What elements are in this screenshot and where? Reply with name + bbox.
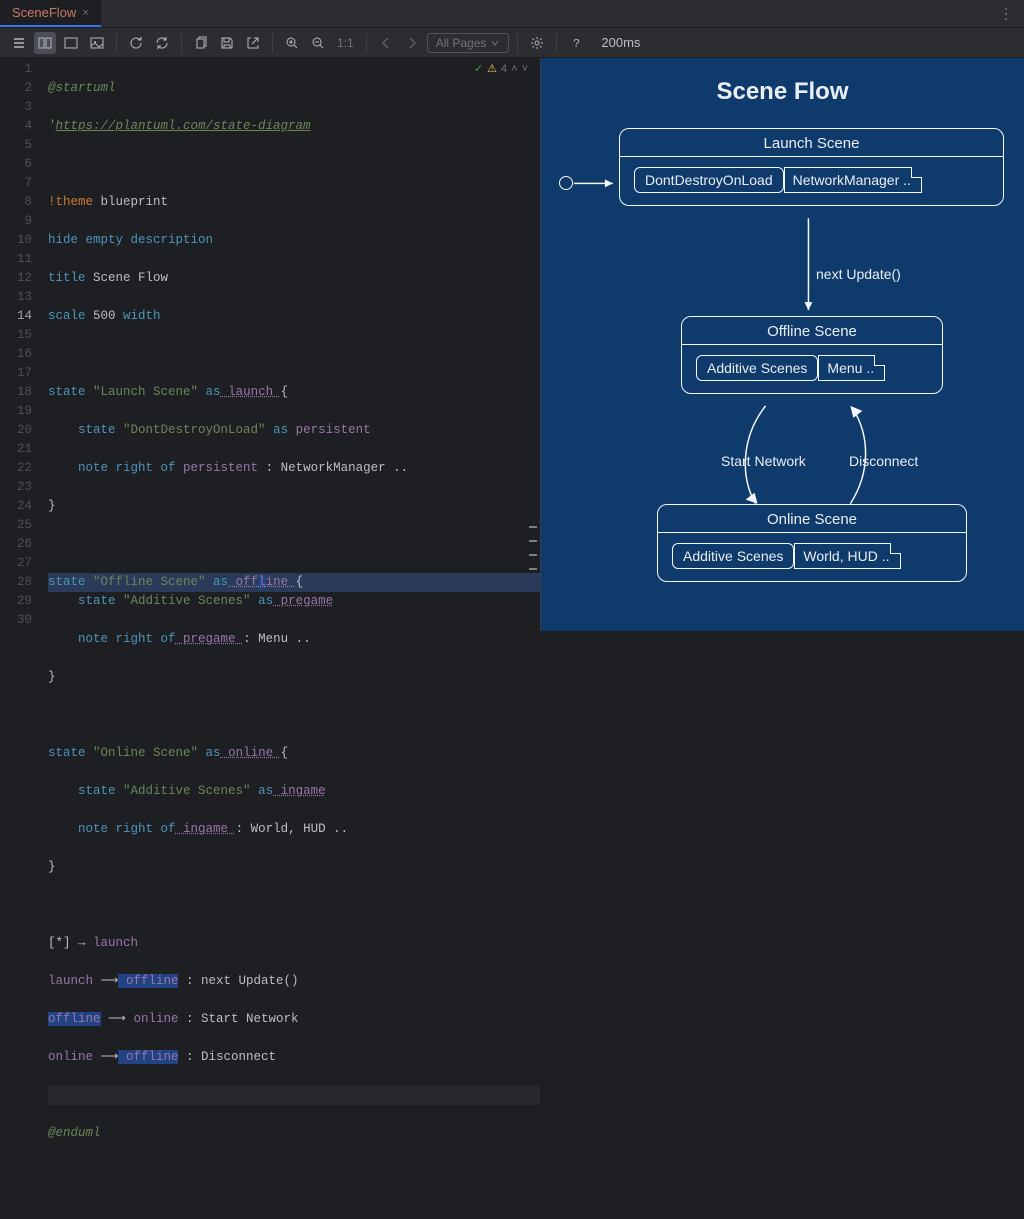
chevron-down-icon[interactable]: ˅ [522, 60, 528, 79]
image-icon[interactable] [86, 32, 108, 54]
zoom-in-icon[interactable] [281, 32, 303, 54]
diagram-title: Scene Flow [541, 58, 1024, 106]
code-editor[interactable]: 123 456 789 101112 131415 161718 192021 … [0, 58, 540, 631]
note-networkmanager: NetworkManager .. [784, 167, 922, 193]
initial-state-icon [559, 176, 573, 190]
inner-state-pregame: Additive Scenes [696, 355, 818, 381]
nav-back-icon[interactable] [375, 32, 397, 54]
gutter: 123 456 789 101112 131415 161718 192021 … [0, 58, 48, 631]
tab-bar: SceneFlow × [0, 0, 1024, 28]
save-icon[interactable] [216, 32, 238, 54]
tab-sceneflow[interactable]: SceneFlow × [0, 0, 101, 27]
state-online: Online Scene Additive Scenes World, HUD … [657, 504, 967, 582]
tab-title: SceneFlow [12, 5, 76, 20]
editor-toolbar: 1:1 All Pages ? 200ms [0, 28, 1024, 58]
zoom-out-icon[interactable] [307, 32, 329, 54]
render-time: 200ms [601, 35, 640, 50]
more-vertical-icon [998, 6, 1014, 22]
inner-state-ingame: Additive Scenes [672, 543, 794, 569]
copy-icon[interactable] [190, 32, 212, 54]
view-split-icon[interactable] [34, 32, 56, 54]
note-world: World, HUD .. [794, 543, 900, 569]
refresh-icon[interactable] [125, 32, 147, 54]
diagram-preview[interactable]: Scene Flow Launch Scene DontDestroyOnLoa… [540, 58, 1024, 631]
external-link-icon[interactable] [242, 32, 264, 54]
chevron-up-icon[interactable]: ˄ [511, 60, 517, 79]
warning-icon: ⚠ [487, 60, 497, 79]
inspection-badge[interactable]: ✓⚠ 4 ˄ ˅ [474, 60, 528, 79]
close-icon[interactable]: × [82, 7, 88, 19]
state-launch: Launch Scene DontDestroyOnLoad NetworkMa… [619, 128, 1004, 206]
note-menu: Menu .. [818, 355, 885, 381]
sync-icon[interactable] [151, 32, 173, 54]
edge-label-disconnect: Disconnect [849, 453, 918, 469]
view-list-icon[interactable] [8, 32, 30, 54]
tab-overflow-menu[interactable] [998, 0, 1024, 27]
check-icon: ✓ [474, 60, 483, 79]
pages-dropdown[interactable]: All Pages [427, 33, 510, 53]
inner-state-persistent: DontDestroyOnLoad [634, 167, 784, 193]
edge-label-update: next Update() [816, 266, 901, 282]
edge-label-start: Start Network [721, 453, 806, 469]
view-preview-icon[interactable] [60, 32, 82, 54]
code-content[interactable]: @startuml 'https://plantuml.com/state-di… [48, 58, 540, 631]
zoom-ratio[interactable]: 1:1 [333, 36, 358, 50]
settings-gear-icon[interactable] [526, 32, 548, 54]
chevron-down-icon [490, 38, 500, 48]
state-offline: Offline Scene Additive Scenes Menu .. [681, 316, 943, 394]
error-stripe[interactable] [529, 58, 537, 631]
svg-text:?: ? [573, 37, 580, 51]
nav-forward-icon[interactable] [401, 32, 423, 54]
help-icon[interactable]: ? [565, 32, 587, 54]
